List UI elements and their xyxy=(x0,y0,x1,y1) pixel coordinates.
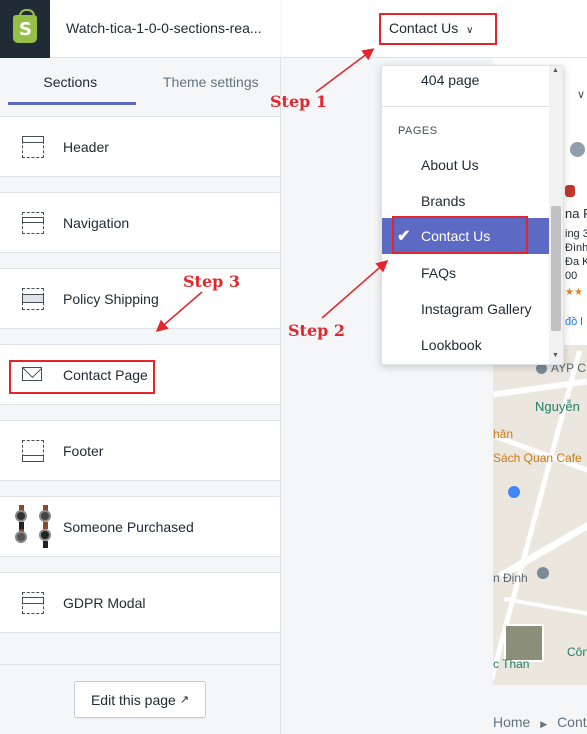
globe-icon xyxy=(570,142,585,157)
page-selector[interactable]: Contact Us ∨ xyxy=(389,20,473,36)
dropdown-scrollbar[interactable]: ▲ ▼ xyxy=(549,66,563,364)
shopify-logo-icon[interactable]: S xyxy=(0,0,50,58)
tab-theme-settings[interactable]: Theme settings xyxy=(141,58,282,106)
section-label: Navigation xyxy=(63,214,130,231)
section-label: Header xyxy=(63,138,109,155)
store-address-partial: Đa K xyxy=(565,256,587,268)
section-label: GDPR Modal xyxy=(63,594,146,611)
editor-sidebar: S Watch-tica-1-0-0-sections-rea... Secti… xyxy=(0,0,281,734)
step3-label: Step 3 xyxy=(183,272,241,291)
sidebar-tabs: Sections Theme settings xyxy=(0,58,281,106)
page-dropdown-menu: 404 page PAGES About Us Brands ✔ Contact… xyxy=(381,65,564,365)
store-name-partial: na P xyxy=(565,206,587,221)
dropdown-divider xyxy=(382,106,550,107)
map-label: n Định xyxy=(493,571,528,585)
store-address-partial: 00 xyxy=(565,270,578,282)
scroll-up-icon[interactable]: ▲ xyxy=(552,67,559,74)
active-tab-indicator xyxy=(8,102,136,105)
checkmark-icon: ✔ xyxy=(397,228,411,245)
map-label: Côn xyxy=(567,645,587,659)
chevron-down-icon: ∨ xyxy=(466,25,474,36)
map-label: Sách Quan Cafe xyxy=(493,451,582,465)
dropdown-item-label: Contact Us xyxy=(421,228,491,244)
scroll-down-icon[interactable]: ▼ xyxy=(552,352,559,359)
dropdown-heading: PAGES xyxy=(398,125,438,137)
section-label: Someone Purchased xyxy=(63,518,194,535)
layout-footer-icon xyxy=(22,440,46,462)
section-someone-purchased[interactable]: Someone Purchased xyxy=(0,496,280,557)
map-poi-icon xyxy=(537,567,549,579)
step2-label: Step 2 xyxy=(288,321,346,340)
dropdown-item-faqs[interactable]: FAQs xyxy=(382,255,550,291)
theme-name: Watch-tica-1-0-0-sections-rea... xyxy=(66,20,262,36)
breadcrumb: Home ▶ Cont xyxy=(493,714,587,730)
map-label: c Than xyxy=(493,657,530,671)
map-embed[interactable]: AYP C Nguyễn hân Sách Quan Cafe n Định C… xyxy=(493,345,587,685)
section-label: Policy Shipping xyxy=(63,290,159,307)
section-label: Footer xyxy=(63,442,104,459)
section-header[interactable]: Header xyxy=(0,116,280,177)
store-address-partial: Đình xyxy=(565,242,587,254)
dropdown-item-404[interactable]: 404 page xyxy=(382,66,550,98)
dropdown-item-contact-us[interactable]: ✔ Contact Us xyxy=(382,218,550,254)
tab-sections[interactable]: Sections xyxy=(0,58,141,106)
layout-navigation-icon xyxy=(22,212,46,234)
section-gdpr-modal[interactable]: GDPR Modal xyxy=(0,572,280,633)
dropdown-item-about-us[interactable]: About Us xyxy=(382,147,550,183)
step1-label: Step 1 xyxy=(270,92,328,111)
map-label: hân xyxy=(493,427,514,441)
page-selector-value: Contact Us xyxy=(389,20,459,36)
scrollbar-thumb[interactable] xyxy=(551,206,561,331)
section-footer[interactable]: Footer xyxy=(0,420,280,481)
store-address-partial: ing 3 xyxy=(565,228,587,240)
layout-modal-icon xyxy=(22,592,46,614)
layout-policy-icon xyxy=(22,288,46,310)
map-label: Nguyễn xyxy=(535,399,580,414)
map-link-partial[interactable]: đồ l xyxy=(565,316,583,328)
sidebar-topbar: S Watch-tica-1-0-0-sections-rea... xyxy=(0,0,281,58)
layout-header-icon xyxy=(22,136,46,158)
section-navigation[interactable]: Navigation xyxy=(0,192,280,253)
edit-page-button[interactable]: Edit this page ↗ xyxy=(74,681,206,718)
mail-icon xyxy=(22,364,46,386)
rating-stars-icon: ★★ xyxy=(565,287,583,298)
watches-thumbnail xyxy=(14,505,58,549)
section-contact-page[interactable]: Contact Page xyxy=(0,344,280,405)
chevron-down-icon: ∨ xyxy=(577,89,586,101)
dropdown-item-brands[interactable]: Brands xyxy=(382,183,550,219)
breadcrumb-separator-icon: ▶ xyxy=(540,719,548,729)
external-link-icon: ↗ xyxy=(179,694,190,706)
section-label: Contact Page xyxy=(63,366,148,383)
edit-page-label: Edit this page xyxy=(90,691,176,708)
breadcrumb-home[interactable]: Home xyxy=(493,714,530,730)
dropdown-item-instagram-gallery[interactable]: Instagram Gallery xyxy=(382,291,550,327)
map-pin-icon xyxy=(565,185,575,197)
dropdown-item-lookbook[interactable]: Lookbook xyxy=(382,327,550,363)
shopping-cart-icon xyxy=(508,486,520,498)
breadcrumb-current: Cont xyxy=(557,714,587,730)
